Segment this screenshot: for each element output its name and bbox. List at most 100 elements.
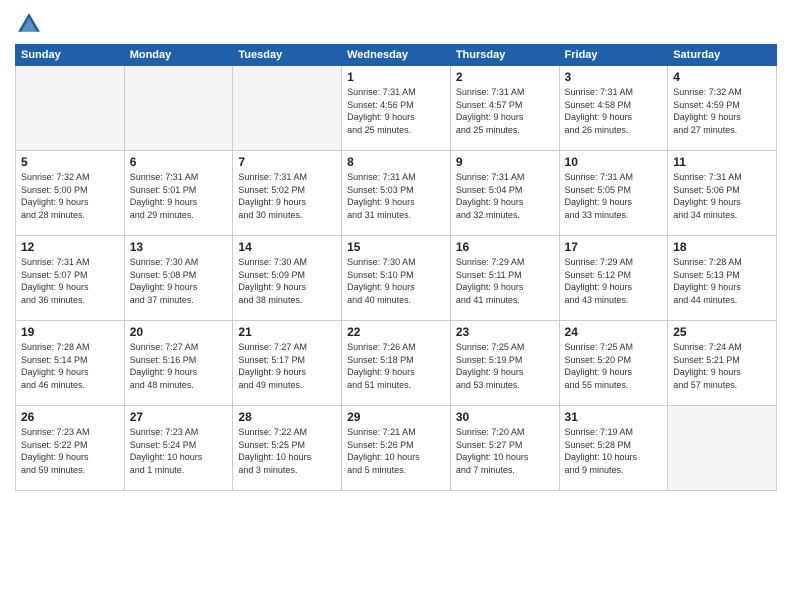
header: [15, 10, 777, 38]
day-cell: 16 Sunrise: 7:29 AM Sunset: 5:11 PM Dayli…: [450, 236, 559, 321]
day-cell: 14Sunrise: 7:30 AM Sunset: 5:09 PM Dayli…: [233, 236, 342, 321]
day-info: Sunrise: 7:24 AM Sunset: 5:21 PM Dayligh…: [673, 341, 771, 391]
day-cell: [233, 66, 342, 151]
weekday-header-row: SundayMondayTuesdayWednesdayThursdayFrid…: [16, 45, 777, 66]
day-cell: 21 Sunrise: 7:27 AM Sunset: 5:17 PM Dayli…: [233, 321, 342, 406]
day-number: 14: [238, 240, 336, 254]
day-info: Sunrise: 7:31 AM Sunset: 5:06 PM Dayligh…: [673, 171, 771, 221]
day-number: 31: [565, 410, 663, 424]
day-number: 18: [673, 240, 771, 254]
day-cell: 25 Sunrise: 7:24 AM Sunset: 5:21 PM Dayli…: [668, 321, 777, 406]
day-info: Sunrise: 7:29 AM Sunset: 5:11 PM Dayligh…: [456, 256, 554, 306]
day-cell: 7Sunrise: 7:31 AM Sunset: 5:02 PM Daylig…: [233, 151, 342, 236]
day-info: Sunrise: 7:28 AM Sunset: 5:14 PM Dayligh…: [21, 341, 119, 391]
week-row-1: 5Sunrise: 7:32 AM Sunset: 5:00 PM Daylig…: [16, 151, 777, 236]
day-number: 19: [21, 325, 119, 339]
day-info: Sunrise: 7:30 AM Sunset: 5:08 PM Dayligh…: [130, 256, 228, 306]
day-info: Sunrise: 7:31 AM Sunset: 4:58 PM Dayligh…: [565, 86, 663, 136]
day-cell: [124, 66, 233, 151]
day-cell: 29 Sunrise: 7:21 AM Sunset: 5:26 PM Dayli…: [342, 406, 451, 491]
day-cell: 4 Sunrise: 7:32 AM Sunset: 4:59 PM Daylig…: [668, 66, 777, 151]
weekday-monday: Monday: [124, 45, 233, 66]
day-cell: [668, 406, 777, 491]
day-cell: 24 Sunrise: 7:25 AM Sunset: 5:20 PM Dayli…: [559, 321, 668, 406]
week-row-0: 1 Sunrise: 7:31 AM Sunset: 4:56 PM Daylig…: [16, 66, 777, 151]
day-number: 2: [456, 70, 554, 84]
day-number: 4: [673, 70, 771, 84]
day-info: Sunrise: 7:25 AM Sunset: 5:20 PM Dayligh…: [565, 341, 663, 391]
day-info: Sunrise: 7:25 AM Sunset: 5:19 PM Dayligh…: [456, 341, 554, 391]
day-cell: 18Sunrise: 7:28 AM Sunset: 5:13 PM Dayli…: [668, 236, 777, 321]
week-row-4: 26 Sunrise: 7:23 AM Sunset: 5:22 PM Dayli…: [16, 406, 777, 491]
day-number: 6: [130, 155, 228, 169]
day-cell: 9 Sunrise: 7:31 AM Sunset: 5:04 PM Daylig…: [450, 151, 559, 236]
day-number: 27: [130, 410, 228, 424]
day-number: 9: [456, 155, 554, 169]
weekday-thursday: Thursday: [450, 45, 559, 66]
day-info: Sunrise: 7:20 AM Sunset: 5:27 PM Dayligh…: [456, 426, 554, 476]
weekday-sunday: Sunday: [16, 45, 125, 66]
calendar-table: SundayMondayTuesdayWednesdayThursdayFrid…: [15, 44, 777, 491]
week-row-2: 12Sunrise: 7:31 AM Sunset: 5:07 PM Dayli…: [16, 236, 777, 321]
day-number: 23: [456, 325, 554, 339]
day-number: 3: [565, 70, 663, 84]
day-info: Sunrise: 7:31 AM Sunset: 5:01 PM Dayligh…: [130, 171, 228, 221]
day-info: Sunrise: 7:22 AM Sunset: 5:25 PM Dayligh…: [238, 426, 336, 476]
day-cell: 23 Sunrise: 7:25 AM Sunset: 5:19 PM Dayli…: [450, 321, 559, 406]
day-cell: 22Sunrise: 7:26 AM Sunset: 5:18 PM Dayli…: [342, 321, 451, 406]
day-cell: 5Sunrise: 7:32 AM Sunset: 5:00 PM Daylig…: [16, 151, 125, 236]
day-number: 29: [347, 410, 445, 424]
day-cell: 20Sunrise: 7:27 AM Sunset: 5:16 PM Dayli…: [124, 321, 233, 406]
day-number: 26: [21, 410, 119, 424]
day-cell: 6 Sunrise: 7:31 AM Sunset: 5:01 PM Daylig…: [124, 151, 233, 236]
page: SundayMondayTuesdayWednesdayThursdayFrid…: [0, 0, 792, 612]
day-info: Sunrise: 7:32 AM Sunset: 5:00 PM Dayligh…: [21, 171, 119, 221]
day-number: 15: [347, 240, 445, 254]
weekday-friday: Friday: [559, 45, 668, 66]
weekday-tuesday: Tuesday: [233, 45, 342, 66]
week-row-3: 19 Sunrise: 7:28 AM Sunset: 5:14 PM Dayli…: [16, 321, 777, 406]
day-number: 12: [21, 240, 119, 254]
day-cell: 1 Sunrise: 7:31 AM Sunset: 4:56 PM Daylig…: [342, 66, 451, 151]
day-info: Sunrise: 7:21 AM Sunset: 5:26 PM Dayligh…: [347, 426, 445, 476]
day-number: 28: [238, 410, 336, 424]
day-info: Sunrise: 7:23 AM Sunset: 5:24 PM Dayligh…: [130, 426, 228, 476]
day-cell: 10 Sunrise: 7:31 AM Sunset: 5:05 PM Dayli…: [559, 151, 668, 236]
day-info: Sunrise: 7:26 AM Sunset: 5:18 PM Dayligh…: [347, 341, 445, 391]
day-cell: 13 Sunrise: 7:30 AM Sunset: 5:08 PM Dayli…: [124, 236, 233, 321]
day-number: 24: [565, 325, 663, 339]
day-number: 13: [130, 240, 228, 254]
day-cell: 30 Sunrise: 7:20 AM Sunset: 5:27 PM Dayli…: [450, 406, 559, 491]
day-number: 30: [456, 410, 554, 424]
day-cell: 19 Sunrise: 7:28 AM Sunset: 5:14 PM Dayli…: [16, 321, 125, 406]
day-info: Sunrise: 7:19 AM Sunset: 5:28 PM Dayligh…: [565, 426, 663, 476]
day-cell: 15 Sunrise: 7:30 AM Sunset: 5:10 PM Dayli…: [342, 236, 451, 321]
day-info: Sunrise: 7:27 AM Sunset: 5:17 PM Dayligh…: [238, 341, 336, 391]
day-info: Sunrise: 7:31 AM Sunset: 4:56 PM Dayligh…: [347, 86, 445, 136]
day-number: 10: [565, 155, 663, 169]
day-cell: 2Sunrise: 7:31 AM Sunset: 4:57 PM Daylig…: [450, 66, 559, 151]
day-info: Sunrise: 7:30 AM Sunset: 5:10 PM Dayligh…: [347, 256, 445, 306]
day-cell: 28 Sunrise: 7:22 AM Sunset: 5:25 PM Dayli…: [233, 406, 342, 491]
day-number: 16: [456, 240, 554, 254]
day-cell: 12Sunrise: 7:31 AM Sunset: 5:07 PM Dayli…: [16, 236, 125, 321]
day-info: Sunrise: 7:31 AM Sunset: 5:03 PM Dayligh…: [347, 171, 445, 221]
logo: [15, 10, 47, 38]
day-info: Sunrise: 7:31 AM Sunset: 5:02 PM Dayligh…: [238, 171, 336, 221]
day-number: 1: [347, 70, 445, 84]
weekday-saturday: Saturday: [668, 45, 777, 66]
day-number: 8: [347, 155, 445, 169]
day-info: Sunrise: 7:31 AM Sunset: 5:04 PM Dayligh…: [456, 171, 554, 221]
day-number: 25: [673, 325, 771, 339]
day-cell: 26 Sunrise: 7:23 AM Sunset: 5:22 PM Dayli…: [16, 406, 125, 491]
day-info: Sunrise: 7:32 AM Sunset: 4:59 PM Dayligh…: [673, 86, 771, 136]
weekday-wednesday: Wednesday: [342, 45, 451, 66]
day-cell: 8 Sunrise: 7:31 AM Sunset: 5:03 PM Daylig…: [342, 151, 451, 236]
day-number: 17: [565, 240, 663, 254]
day-number: 20: [130, 325, 228, 339]
day-number: 21: [238, 325, 336, 339]
day-info: Sunrise: 7:23 AM Sunset: 5:22 PM Dayligh…: [21, 426, 119, 476]
day-info: Sunrise: 7:29 AM Sunset: 5:12 PM Dayligh…: [565, 256, 663, 306]
day-info: Sunrise: 7:31 AM Sunset: 5:05 PM Dayligh…: [565, 171, 663, 221]
logo-icon: [15, 10, 43, 38]
